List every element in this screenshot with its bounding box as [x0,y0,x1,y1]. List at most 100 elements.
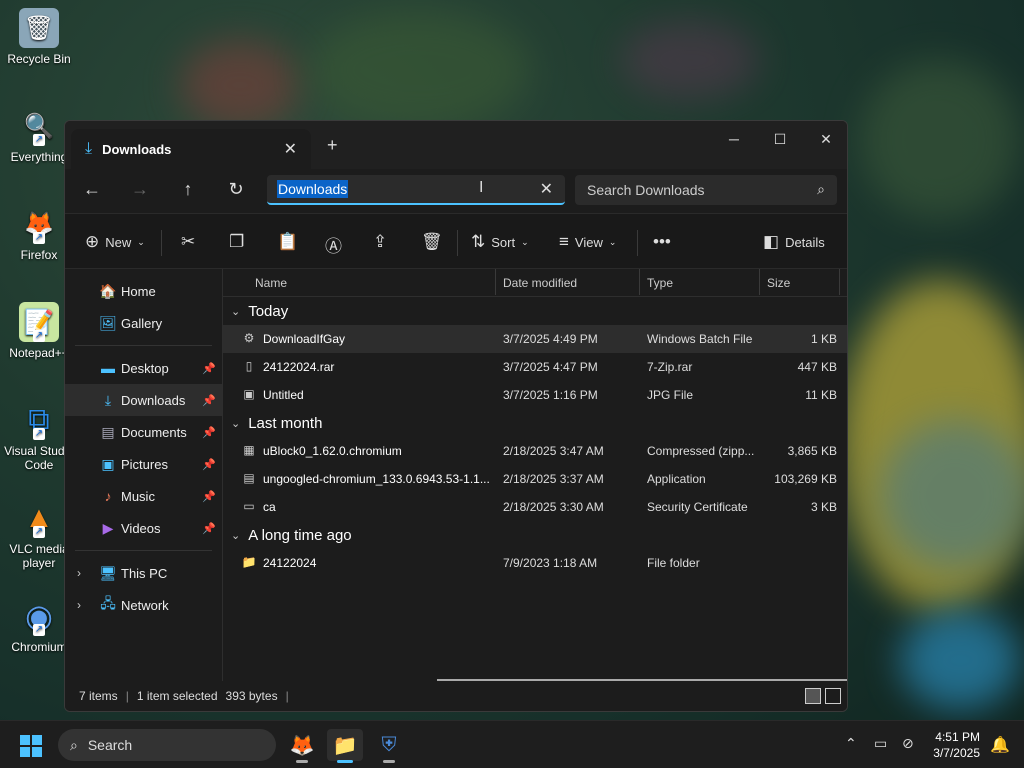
cut-button[interactable]: ✂ [181,232,195,252]
column-name[interactable]: Name [255,276,287,290]
image-file-icon: ▣ [243,387,255,401]
details-view-icon[interactable] [805,688,821,704]
address-input-text[interactable]: Downloads [277,180,349,198]
sidebar-item-documents[interactable]: ▤ Documents 📌 [65,416,222,448]
sidebar-item-pictures[interactable]: ▣ Pictures 📌 [65,448,222,480]
file-row[interactable]: 📁 24122024 7/9/2023 1:18 AM File folder [223,549,847,577]
certificate-icon: ▭ [243,499,255,513]
command-bar: ⊕ New ⌄ ✂ ❐ 📋 Ⓐ ⇪ 🗑 ⇅ Sort ⌄ ≡ View ⌄ ••… [65,213,847,269]
taskbar-firefox[interactable]: 🦊 [284,729,320,763]
column-divider[interactable] [839,269,840,295]
sort-button[interactable]: ⇅ Sort ⌄ [471,232,529,252]
delete-button[interactable]: 🗑 [421,232,443,252]
new-label: New [105,234,132,250]
sidebar-item-gallery[interactable]: 🖼 Gallery [65,307,222,339]
plus-circle-icon: ⊕ [85,232,100,251]
sort-icon: ⇅ [471,232,486,251]
column-divider[interactable] [759,269,760,295]
sidebar-item-network[interactable]: › 🖧 Network [65,589,222,621]
refresh-icon[interactable]: ↻ [221,179,251,200]
more-options-button[interactable]: ••• [653,232,671,252]
clock[interactable]: 4:51 PM 3/7/2025 [933,729,980,761]
text-cursor-icon: I [479,179,484,196]
selection-size: 393 bytes [225,689,278,703]
rename-button[interactable]: Ⓐ [325,232,342,257]
details-button[interactable]: ◧ Details [763,232,825,252]
maximize-button[interactable]: ☐ [757,127,803,151]
column-date-modified[interactable]: Date modified [503,276,577,290]
tiles-view-icon[interactable] [825,688,841,704]
sidebar-item-this-pc[interactable]: › 🖥 This PC [65,557,222,589]
chevron-right-icon[interactable]: › [77,566,81,580]
chevron-right-icon[interactable]: › [77,598,81,612]
sidebar-item-music[interactable]: ♪ Music 📌 [65,480,222,512]
paste-button[interactable]: 📋 [277,232,298,252]
clear-address-icon[interactable]: ✕ [540,179,553,199]
network-icon: 🖧 [100,595,116,611]
taskbar-search[interactable]: ⌕ Search [58,729,276,761]
sidebar-item-videos[interactable]: ▶ Videos 📌 [65,512,222,544]
windows-start-icon[interactable] [20,735,42,757]
close-window-button[interactable]: ✕ [803,127,847,151]
volume-muted-icon[interactable]: ⊘ [902,735,914,752]
shield-icon: ⛨ [381,733,397,756]
chevron-down-icon[interactable]: ⌄ [231,417,240,430]
file-row[interactable]: ▤ ungoogled-chromium_133.0.6943.53-1.1...… [223,465,847,493]
view-label: View [574,234,603,250]
column-type[interactable]: Type [647,276,673,290]
column-divider[interactable] [639,269,640,295]
search-placeholder: Search Downloads [587,182,705,198]
music-icon: ♪ [104,488,112,504]
copy-icon: ❐ [229,232,245,251]
desktop-icon-recycle-bin[interactable]: 🗑 Recycle Bin [4,8,74,66]
file-row[interactable]: ▯ 24122024.rar 3/7/2025 4:47 PM 7-Zip.rar 44… [223,353,847,381]
group-header[interactable]: ⌄ Today [223,297,847,325]
up-arrow-icon[interactable]: ↑ [173,179,203,200]
network-icon[interactable]: ▭ [874,735,887,752]
minimize-button[interactable]: ─ [711,127,757,151]
search-icon[interactable]: ⌕ [817,181,825,198]
chevron-down-icon[interactable]: ⌄ [231,529,240,542]
chevron-down-icon[interactable]: ⌄ [231,305,240,318]
pin-icon: 📌 [202,394,216,407]
sidebar-item-label: Documents [121,424,187,440]
videos-icon: ▶ [102,519,114,536]
sidebar-item-home[interactable]: 🏠 Home [65,275,222,307]
view-toggle [805,688,841,704]
column-divider[interactable] [495,269,496,295]
file-row[interactable]: ▣ Untitled 3/7/2025 1:16 PM JPG File 11 KB [223,381,847,409]
batch-file-icon: ⚙ [243,331,255,345]
file-type: JPG File [647,388,694,402]
taskbar-search-label: Search [87,737,133,753]
copy-button[interactable]: ❐ [229,232,244,252]
file-size: 3,865 KB [787,444,837,458]
chevron-up-icon[interactable]: ⌃ [845,735,857,752]
tab-title: Downloads [102,141,172,157]
share-button[interactable]: ⇪ [373,232,387,252]
notification-bell-icon[interactable]: 🔔 [990,735,1010,755]
file-row[interactable]: ▦ uBlock0_1.62.0.chromium 2/18/2025 3:47 A… [223,437,847,465]
tab-close-icon[interactable]: ✕ [284,139,297,159]
file-row[interactable]: ⚙ DownloadIfGay 3/7/2025 4:49 PM Windows Ba… [223,325,847,353]
forward-arrow-icon[interactable]: → [125,179,155,200]
column-size[interactable]: Size [767,276,790,290]
view-button[interactable]: ≡ View ⌄ [559,232,616,252]
clock-date: 3/7/2025 [933,746,980,760]
taskbar-file-explorer[interactable]: 📁 [327,729,363,763]
address-bar[interactable]: Downloads I ✕ [267,175,565,205]
taskbar-defender[interactable]: ⛨ [371,729,407,763]
group-header[interactable]: ⌄ A long time ago [223,521,847,549]
search-input[interactable]: Search Downloads ⌕ [575,175,837,205]
tab-downloads[interactable]: ⤓ Downloads ✕ [71,129,311,169]
sidebar-item-label: This PC [121,565,168,581]
chevron-down-icon: ⌄ [521,236,529,247]
file-date-modified: 3/7/2025 4:49 PM [503,332,598,346]
sidebar-item-desktop[interactable]: ▬ Desktop 📌 [65,352,222,384]
new-button[interactable]: ⊕ New ⌄ [85,232,145,252]
taskbar: ⌕ Search 🦊 📁 ⛨ ⌃ ▭ ⊘ 4:51 PM 3/7/2025 🔔 [0,720,1024,768]
file-row[interactable]: ▭ ca 2/18/2025 3:30 AM Security Certificate… [223,493,847,521]
sidebar-item-downloads[interactable]: ⤓ Downloads 📌 [65,384,222,416]
new-tab-button[interactable]: + [327,135,338,156]
group-header[interactable]: ⌄ Last month [223,409,847,437]
back-arrow-icon[interactable]: ← [77,179,107,200]
